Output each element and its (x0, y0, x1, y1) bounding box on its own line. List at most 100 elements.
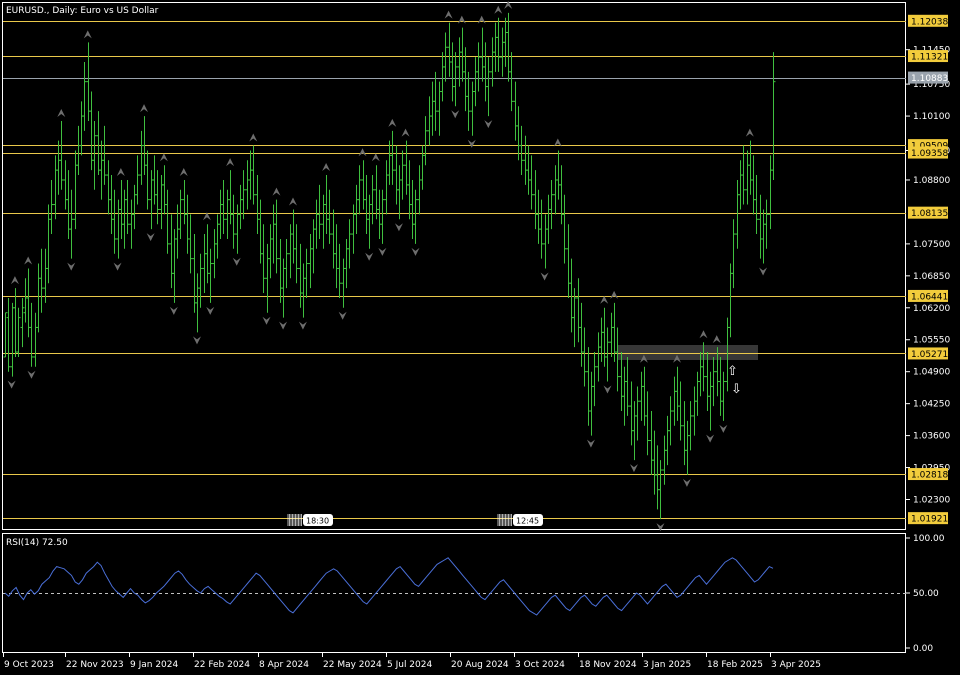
fractal-up-icon (159, 153, 168, 162)
badge-label: 18:30 (306, 517, 329, 526)
fractal-down-icon (603, 385, 612, 394)
fractal-up-icon (179, 167, 188, 176)
fractal-down-icon (67, 262, 76, 271)
price-tick-label: 1.06200 (913, 304, 950, 314)
fractal-up-icon (494, 5, 503, 14)
fractal-up-icon (289, 197, 297, 206)
fractal-down-icon (193, 336, 201, 345)
arrow-down-icon: ⇩ (731, 382, 742, 397)
price-tick-label: 1.04250 (913, 400, 950, 410)
time-tick-label: 3 Apr 2025 (771, 660, 821, 670)
fractal-down-icon (682, 478, 691, 487)
fractal-down-icon (484, 120, 493, 129)
rsi-label: RSI(14) 72.50 (6, 538, 68, 548)
fractal-down-icon (394, 223, 403, 232)
level-tag-label: 1.08135 (911, 209, 948, 219)
fractal-up-icon (401, 128, 410, 137)
fractal-up-icon (24, 256, 33, 265)
fractal-up-icon (249, 133, 258, 142)
time-tick-label: 22 Nov 2023 (66, 660, 124, 670)
fractal-markers (7, 0, 768, 532)
fractal-down-icon (586, 439, 595, 448)
price-tick-label: 1.07500 (913, 240, 950, 250)
level-tag-label: 1.10883 (911, 74, 948, 84)
time-axis: 9 Oct 2023 22 Nov 2023 9 Jan 2024 22 Feb 20… (3, 653, 821, 670)
fractal-up-icon (699, 330, 708, 339)
fractal-up-icon (712, 335, 721, 344)
session-badge: 18:30 (287, 514, 333, 526)
fractal-down-icon (113, 262, 122, 271)
time-tick-label: 22 May 2024 (323, 660, 382, 670)
fractal-down-icon (451, 110, 460, 119)
fractal-down-icon (365, 252, 374, 261)
time-tick-label: 20 Aug 2024 (451, 660, 509, 670)
chart-canvas: 1.114501.107501.101001.094001.088001.075… (2, 0, 950, 670)
fractal-down-icon (206, 306, 215, 315)
chart-title: EURUSD., Daily: Euro vs US Dollar (6, 6, 159, 16)
fractal-up-icon (226, 158, 235, 167)
time-tick-label: 22 Feb 2024 (194, 660, 250, 670)
price-axis: 1.114501.107501.101001.094001.088001.075… (906, 46, 950, 506)
rsi-pane (3, 557, 906, 616)
level-tag-label: 1.11321 (911, 53, 948, 63)
fractal-up-icon (83, 30, 92, 39)
time-tick-label: 8 Apr 2024 (259, 660, 309, 670)
price-tick-label: 1.10100 (913, 112, 950, 122)
fractal-down-icon (706, 434, 715, 443)
fractal-up-icon (140, 104, 149, 113)
fractal-down-icon (378, 247, 387, 256)
fractal-down-icon (232, 257, 241, 266)
rsi-tick-label: 100.00 (913, 534, 945, 544)
fractal-up-icon (371, 153, 380, 162)
fractal-down-icon (759, 267, 768, 276)
rsi-line (4, 557, 774, 616)
fractal-down-icon (540, 272, 549, 281)
time-tick-label: 18 Feb 2025 (707, 660, 763, 670)
rsi-tick-label: 0.00 (913, 644, 933, 654)
price-tick-label: 1.02300 (913, 496, 950, 506)
fractal-up-icon (116, 167, 125, 176)
fractal-up-icon (388, 118, 397, 127)
level-tag-label: 1.05271 (911, 350, 948, 360)
level-tag-label: 1.12038 (911, 17, 948, 27)
time-tick-label: 9 Jan 2024 (130, 660, 178, 670)
fractal-down-icon (279, 321, 288, 330)
fractal-up-icon (57, 108, 66, 117)
price-tick-label: 1.03600 (913, 432, 950, 442)
session-badges: 18:30 12:45 (287, 514, 543, 526)
price-tick-label: 1.06850 (913, 272, 950, 282)
arrow-up-icon: ⇧ (727, 364, 738, 379)
time-tick-label: 18 Nov 2024 (579, 660, 637, 670)
price-tick-label: 1.08800 (913, 176, 950, 186)
fractal-down-icon (169, 306, 178, 315)
fractal-down-icon (146, 233, 155, 242)
fractal-up-icon (457, 15, 466, 24)
fractal-down-icon (298, 321, 307, 330)
time-tick-label: 3 Oct 2024 (515, 660, 565, 670)
rsi-axis: 100.00 50.00 0.00 (906, 534, 945, 654)
price-tick-label: 1.05550 (913, 336, 950, 346)
fractal-up-icon (322, 163, 331, 172)
level-tags: 1.120381.113211.108831.095091.093581.081… (908, 14, 948, 525)
fractal-down-icon (27, 370, 36, 379)
fractal-down-icon (262, 316, 271, 325)
time-tick-label: 5 Jul 2024 (387, 660, 432, 670)
session-badge: 12:45 (497, 514, 543, 526)
fractal-up-icon (272, 187, 281, 196)
price-tick-label: 1.04900 (913, 368, 950, 378)
time-tick-label: 3 Jan 2025 (643, 660, 691, 670)
fractal-up-icon (358, 148, 367, 157)
fractal-up-icon (745, 128, 754, 137)
level-tag-label: 1.01921 (911, 515, 948, 525)
fractal-up-icon (444, 10, 453, 19)
fractal-up-icon (10, 276, 19, 285)
fractal-down-icon (629, 464, 638, 473)
fractal-down-icon (411, 247, 420, 256)
fractal-up-icon (610, 290, 619, 299)
rsi-tick-label: 50.00 (913, 589, 939, 599)
level-tag-label: 1.06441 (911, 292, 948, 302)
level-tag-label: 1.02818 (911, 471, 948, 481)
fractal-down-icon (719, 424, 728, 433)
fractal-down-icon (7, 380, 16, 389)
time-tick-label: 9 Oct 2023 (4, 660, 54, 670)
